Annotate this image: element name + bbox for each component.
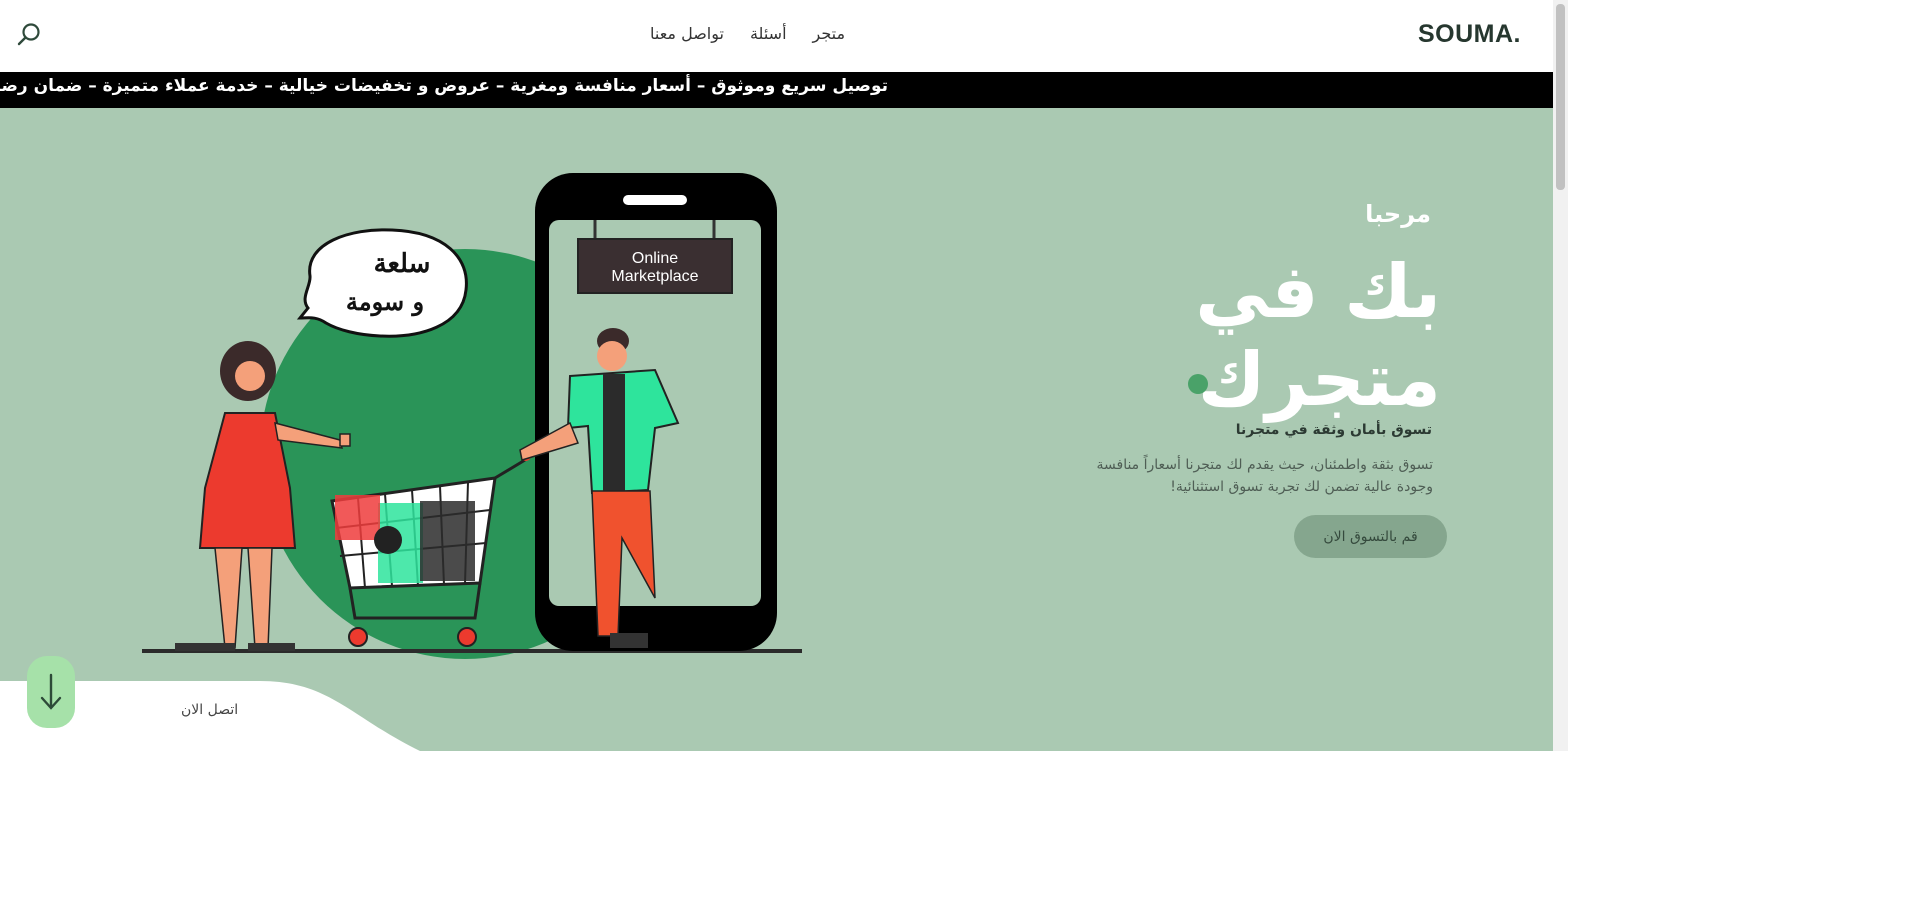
main-nav: متجر أسئلة تواصل معنا xyxy=(650,24,845,43)
hero-section: Online Marketplace سلعة و سومة مرحبا بك … xyxy=(0,108,1553,751)
arrow-down-icon xyxy=(40,673,62,710)
page-scrollbar[interactable] xyxy=(1553,0,1568,751)
speech-line1: سلعة xyxy=(374,249,431,279)
nav-link-contact[interactable]: تواصل معنا xyxy=(650,24,724,43)
accent-dot xyxy=(1188,374,1208,394)
contact-now-link[interactable]: اتصل الان xyxy=(181,702,238,718)
sign-line2: Marketplace xyxy=(611,268,698,285)
shop-now-button[interactable]: قم بالتسوق الان xyxy=(1294,515,1447,558)
nav-link-store[interactable]: متجر xyxy=(813,24,846,43)
header: SOUMA. متجر أسئلة تواصل معنا xyxy=(0,0,1553,72)
sign-line1: Online xyxy=(632,250,678,267)
hero-title: بك في متجرك xyxy=(1195,248,1441,424)
hero-title-line2: متجرك xyxy=(1197,337,1441,423)
scroll-down-button[interactable] xyxy=(27,656,75,728)
announcement-ticker: توصيل سريع وموثوق – أسعار منافسة ومغرية … xyxy=(0,72,1553,108)
brand-logo[interactable]: SOUMA. xyxy=(1418,20,1521,49)
ticker-text: توصيل سريع وموثوق – أسعار منافسة ومغرية … xyxy=(0,76,888,96)
search-icon[interactable] xyxy=(16,22,42,48)
scrollbar-thumb[interactable] xyxy=(1556,4,1565,190)
hero-description: تسوق بثقة واطمئنان، حيث يقدم لك متجرنا أ… xyxy=(1096,457,1434,495)
shopping-illustration: Online Marketplace سلعة و سومة xyxy=(142,173,802,659)
hero-subtitle: تسوق بأمان وثقة في متجرنا xyxy=(1235,422,1432,438)
speech-line2: و سومة xyxy=(346,287,424,317)
hero-greeting: مرحبا xyxy=(1365,200,1431,228)
hero-title-line1: بك في xyxy=(1195,249,1441,335)
nav-link-faq[interactable]: أسئلة xyxy=(750,24,787,43)
